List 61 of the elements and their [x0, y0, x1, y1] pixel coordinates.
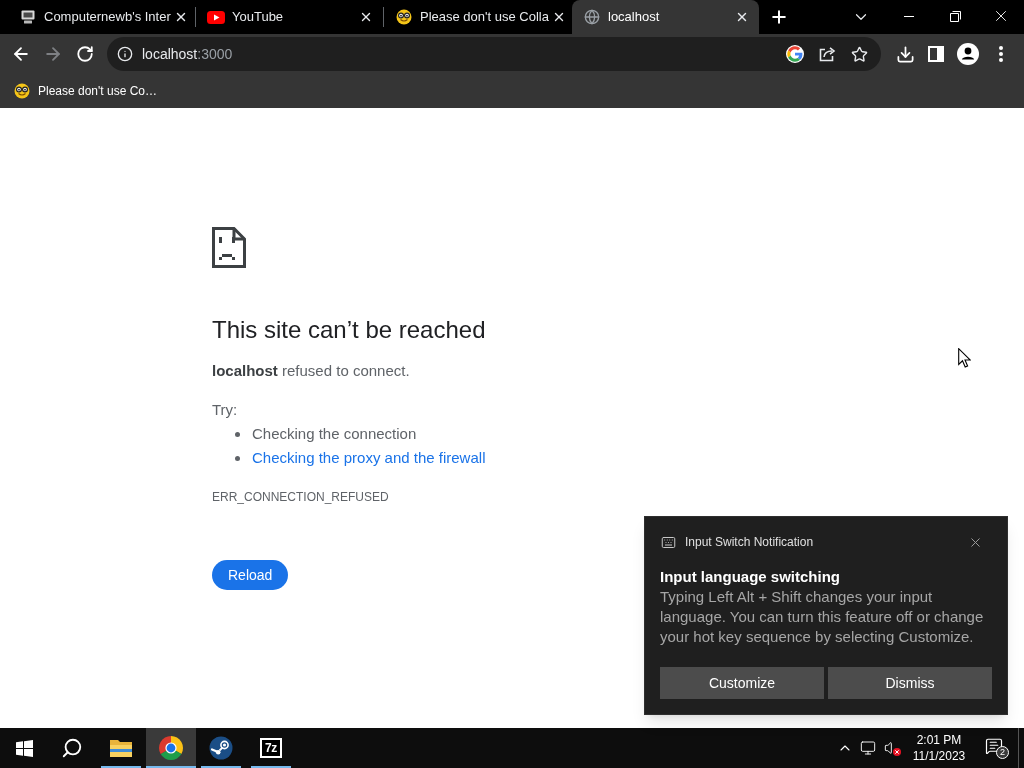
globe-icon — [584, 9, 600, 25]
notification-count: 2 — [996, 746, 1009, 759]
keyboard-icon — [661, 534, 676, 550]
download-icon — [895, 44, 915, 64]
suggestion-text: Checking the connection — [252, 423, 417, 444]
star-icon — [850, 45, 868, 63]
restore-icon — [949, 10, 961, 22]
play-button-icon — [207, 10, 225, 24]
app-logo: 7z — [260, 738, 282, 758]
forward-arrow-icon — [43, 44, 63, 64]
start-icon — [15, 739, 33, 757]
nerd-face-icon — [14, 83, 30, 99]
taskbar-app-button[interactable]: 7z — [246, 728, 296, 768]
url-text: localhost:3000 — [142, 44, 233, 64]
action-center-button[interactable]: 2 — [976, 728, 1018, 768]
notification-body: Typing Left Alt + Shift changes your input language. You can turn this feature off or change your hot key sequence by selecting Customize. — [660, 587, 985, 647]
suggestion-link[interactable]: Checking the proxy and the firewall — [252, 446, 486, 470]
browser-tab[interactable]: Computernewb's Inter — [8, 0, 195, 34]
browser-logo-icon — [159, 736, 183, 760]
address-bar[interactable]: localhost:3000 — [107, 37, 881, 71]
mouse-pointer-icon — [958, 348, 971, 368]
error-message: localhost refused to connect. — [212, 361, 410, 381]
notification-title: Input language switching — [660, 567, 841, 587]
menu-icon — [999, 46, 1003, 62]
error-code: ERR_CONNECTION_REFUSED — [212, 489, 389, 505]
notification-action-button[interactable]: Dismiss — [828, 667, 992, 699]
clock-date: 11/1/2023 — [912, 748, 966, 764]
reload-button[interactable]: Reload — [212, 560, 289, 590]
g-logo-icon — [786, 45, 804, 63]
folder-icon — [109, 738, 133, 758]
browser-tab[interactable]: Please don't use Colla — [384, 0, 571, 34]
info-icon — [117, 46, 133, 62]
bullet-icon — [235, 431, 240, 437]
minimize-icon — [904, 15, 914, 17]
bookmark-item[interactable]: Please don't use Co… — [14, 77, 166, 105]
profile-button[interactable] — [954, 40, 982, 68]
nerd-face-icon — [396, 9, 412, 25]
search-icon — [61, 737, 83, 759]
close-icon — [735, 10, 749, 24]
taskbar-app-button[interactable] — [146, 728, 196, 768]
browser-tab[interactable]: YouTube — [196, 0, 383, 34]
clock[interactable]: 2:01 PM 11/1/2023 — [908, 728, 970, 768]
computer-icon — [20, 9, 36, 25]
try-label: Try: — [212, 400, 238, 420]
network-icon — [860, 740, 876, 756]
back-arrow-icon — [11, 44, 31, 64]
close-icon — [359, 10, 373, 24]
notification-action-button[interactable]: Customize — [660, 667, 824, 699]
reload-icon — [76, 45, 94, 63]
browser-tab[interactable]: localhost — [572, 0, 759, 34]
plus-icon — [769, 7, 789, 27]
share-icon — [818, 46, 836, 62]
notifications-icon — [985, 737, 1003, 755]
bullet-icon — [235, 455, 240, 461]
profile-avatar-icon — [957, 43, 979, 65]
notification-app-name: Input Switch Notification — [685, 534, 814, 551]
error-heading: This site can’t be reached — [212, 315, 486, 345]
piston-logo-icon — [209, 736, 233, 760]
clock-time: 2:01 PM — [916, 732, 962, 748]
sad-page-icon — [212, 227, 246, 268]
side-panel-icon — [928, 46, 944, 62]
